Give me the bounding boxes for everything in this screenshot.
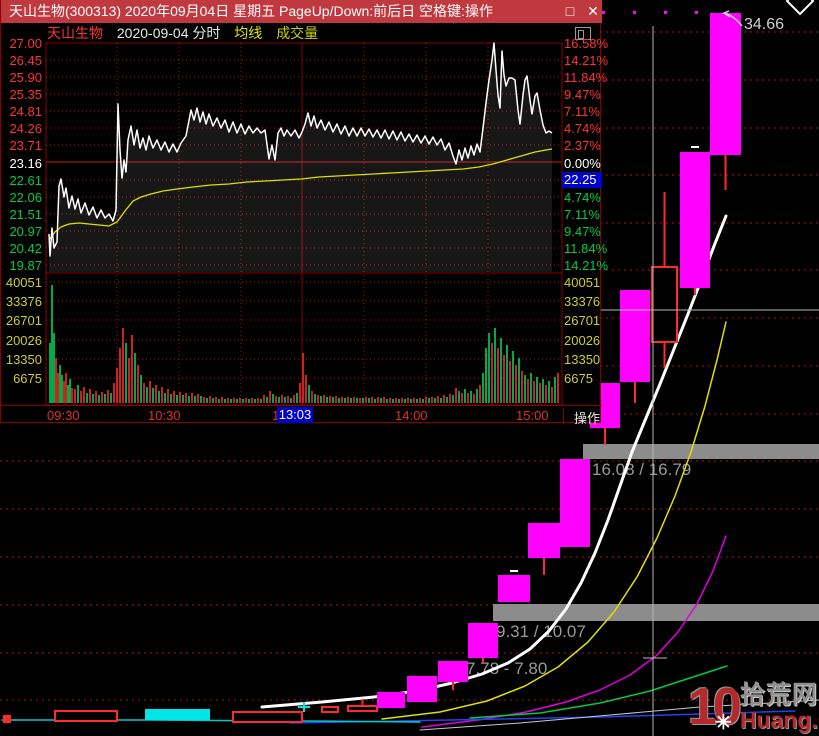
price-axis-left-label: 25.35	[9, 87, 42, 102]
price-axis-left-label: 26.45	[9, 53, 42, 68]
action-menu[interactable]: 操作	[562, 408, 600, 426]
diamond-marker	[785, 0, 815, 16]
time-axis: 09:30 10:30 1 14:00 15:00 13:03 操作	[1, 405, 602, 426]
volume-axis-left-label: 26701	[5, 313, 42, 328]
logo-site-name: 拾荒网	[739, 681, 818, 709]
volume-axis-right-label: 33376	[564, 294, 601, 309]
candle[interactable]	[407, 676, 437, 702]
volume-axis-right-label: 26701	[564, 313, 601, 328]
volume-bars	[49, 285, 559, 403]
candle[interactable]	[145, 709, 210, 720]
pct-axis-right-label: 14.21%	[564, 258, 609, 273]
time-label: 09:30	[47, 408, 80, 423]
pct-axis-right-label: 7.11%	[564, 207, 600, 222]
volume-axis-left-label: 13350	[5, 352, 42, 367]
candle[interactable]	[347, 699, 378, 712]
logo-domain: Huang.CN	[739, 707, 819, 733]
time-cursor-badge: 13:03	[277, 407, 313, 423]
pct-axis-right-label: 14.21%	[564, 53, 609, 68]
price-axis-left-label: 20.97	[9, 224, 42, 239]
candle[interactable]	[560, 459, 590, 547]
pct-axis-right-label: 11.84%	[564, 70, 608, 85]
intraday-popup-window: 天山生物(300313) 2020年09月04日 星期五 PageUp/Down…	[0, 0, 608, 426]
pct-axis-right-label: 7.11%	[564, 104, 600, 119]
price-axis-left-label: 22.61	[9, 173, 42, 188]
candle[interactable]	[528, 523, 560, 575]
intraday-chart[interactable]	[1, 0, 602, 423]
pct-axis-right-label: 11.84%	[564, 241, 608, 256]
candle[interactable]	[710, 13, 741, 190]
pct-axis-right-label: 2.37%	[564, 138, 601, 153]
time-label: 15:00	[516, 408, 549, 423]
svg-text:34.66: 34.66	[744, 16, 784, 33]
volume-axis-left-label: 33376	[5, 294, 42, 309]
volume-axis-left-label: 6675	[13, 371, 42, 386]
price-axis-left-label: 22.06	[9, 190, 42, 205]
candle[interactable]	[232, 711, 303, 723]
volume-axis-right-label: 13350	[564, 352, 601, 367]
cursor-price-badge: 22.25	[562, 172, 602, 188]
candle[interactable]	[651, 192, 678, 368]
pct-axis-right-label: 4.74%	[564, 121, 601, 136]
candle[interactable]	[468, 623, 498, 663]
price-axis-left-label: 24.81	[9, 104, 42, 119]
stock-app-window: 34.66 16.08 / 16.79 9.31 / 10.07 7.78 - 7.8…	[0, 0, 819, 736]
price-area-fill	[49, 43, 552, 272]
volume-axis-right-label: 40051	[564, 275, 601, 290]
pct-axis-right-label: 9.47%	[564, 87, 601, 102]
price-axis-left-label: 20.42	[9, 241, 42, 256]
candle[interactable]	[3, 715, 11, 723]
pct-axis-right-label: 16.58%	[564, 36, 609, 51]
svg-text:16.08 / 16.79: 16.08 / 16.79	[592, 460, 691, 479]
watermark-logo: 10 ✳ 拾荒网 Huang.CN	[688, 681, 819, 736]
candle[interactable]	[680, 146, 710, 295]
candle[interactable]	[620, 290, 650, 403]
time-label: 14:00	[395, 408, 428, 423]
volume-axis-right-label: 6675	[564, 371, 593, 386]
gear-icon: ✳	[715, 712, 732, 734]
pct-axis-right-label: 9.47%	[564, 224, 601, 239]
candle[interactable]	[377, 692, 405, 708]
volume-axis-left-label: 20026	[5, 333, 42, 348]
price-axis-left-label: 21.51	[9, 207, 42, 222]
price-axis-left-label: 19.87	[9, 258, 42, 273]
price-axis-left-label: 23.16	[9, 156, 42, 171]
price-axis-left-label: 23.71	[9, 138, 42, 153]
price-axis-left-label: 24.26	[9, 121, 42, 136]
volume-axis-right-label: 20026	[564, 333, 601, 348]
price-axis-left-label: 27.00	[9, 36, 42, 51]
pct-axis-right-label: 0.00%	[564, 156, 601, 171]
time-label: 10:30	[148, 408, 181, 423]
logo-number: 10 ✳	[688, 681, 742, 736]
price-axis-left-label: 25.90	[9, 70, 42, 85]
candle[interactable]	[498, 570, 530, 602]
candle[interactable]	[321, 706, 339, 713]
volume-axis-left-label: 40051	[5, 275, 42, 290]
pct-axis-right-label: 4.74%	[564, 190, 601, 205]
candle[interactable]	[54, 710, 118, 722]
